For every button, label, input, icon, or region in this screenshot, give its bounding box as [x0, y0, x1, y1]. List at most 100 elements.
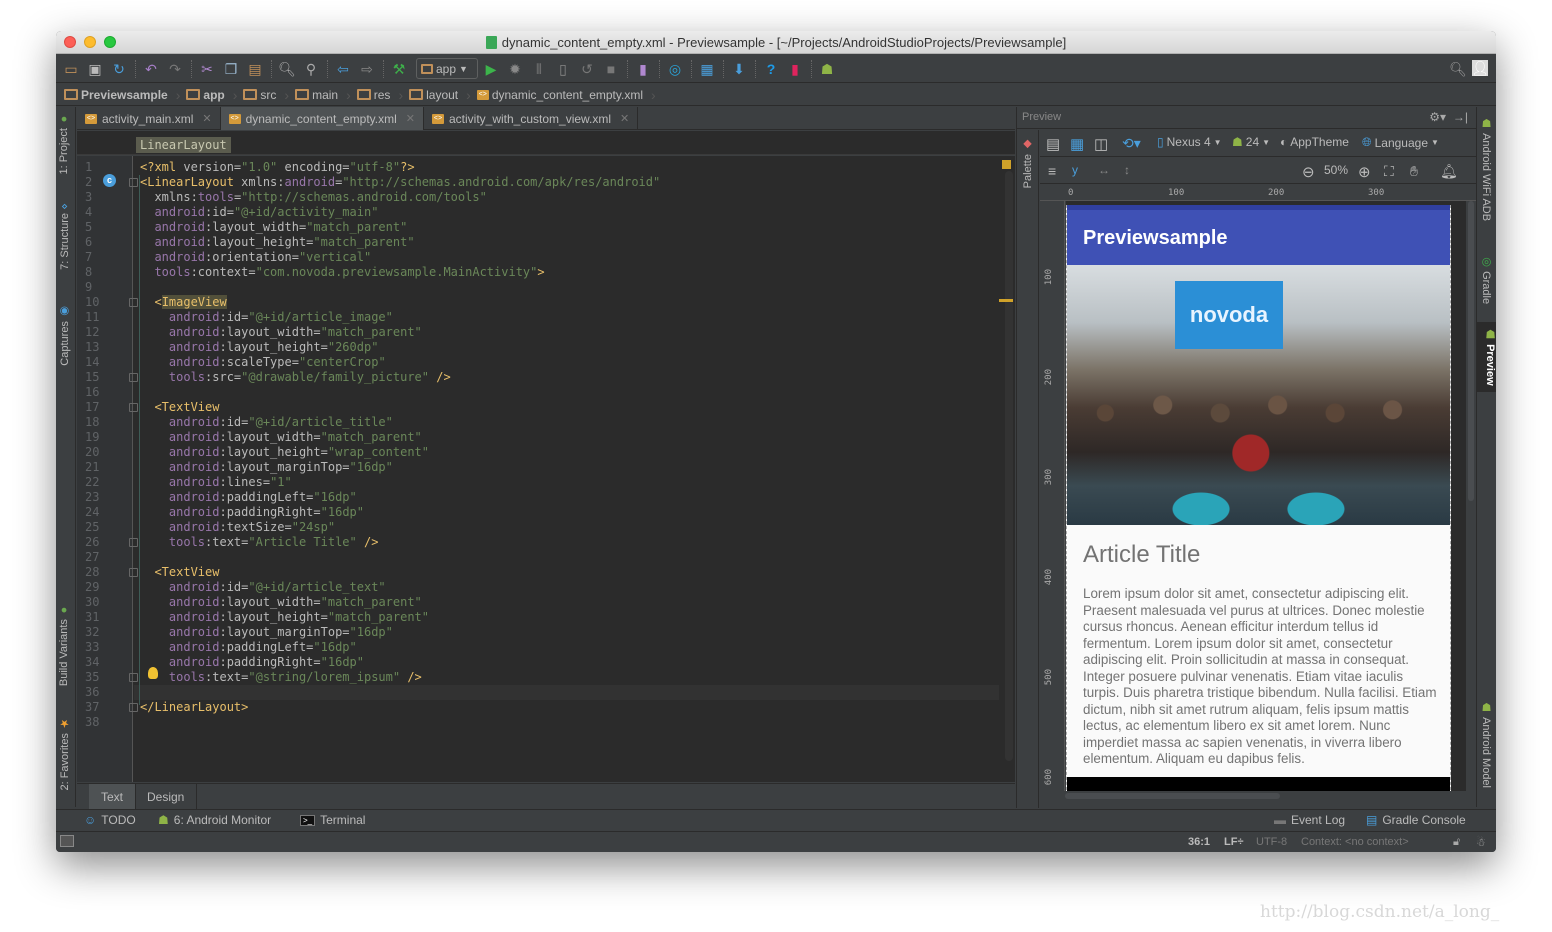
tool-tab-favorites[interactable]: 2: Favorites ★ — [58, 717, 71, 791]
hector-inspector-icon[interactable]: ☃ — [1476, 836, 1486, 849]
code-line[interactable]: tools:text="@string/lorem_ipsum" /> — [140, 670, 422, 685]
back-icon[interactable]: ⇦ — [334, 60, 352, 78]
stop-icon[interactable]: ■ — [602, 60, 620, 78]
code-line[interactable]: android:orientation="vertical" — [140, 250, 371, 265]
layers-icon[interactable]: ≡ — [1048, 163, 1056, 179]
class-icon[interactable]: c — [103, 174, 116, 187]
code-line[interactable]: android:id="@+id/article_text" — [140, 580, 386, 595]
article-image[interactable]: novoda — [1067, 265, 1450, 525]
code-line[interactable]: android:layout_width="match_parent" — [140, 595, 422, 610]
lock-icon[interactable]: 🔓︎ — [1453, 836, 1460, 849]
theme-select[interactable]: ◐ AppTheme — [1280, 135, 1349, 149]
orientation-icon[interactable]: ⟲▾ — [1122, 135, 1141, 152]
close-tab-icon[interactable]: ✕ — [202, 112, 211, 125]
both-views-icon[interactable]: ◫ — [1094, 135, 1108, 153]
todo-tool-button[interactable]: ☺ TODO — [84, 813, 136, 827]
warning-marker[interactable] — [1002, 160, 1011, 169]
avd-manager-icon[interactable]: ▮ — [634, 60, 652, 78]
expand-vertical-icon[interactable]: ↕ — [1124, 163, 1130, 177]
gradle-console-tool-button[interactable]: ▤ Gradle Console — [1366, 813, 1466, 827]
find-icon[interactable]: 🔍︎ — [278, 60, 296, 78]
code-line[interactable]: android:layout_marginTop="16dp" — [140, 460, 393, 475]
gradle-sync-icon[interactable]: ◎ — [666, 60, 684, 78]
code-line[interactable]: android:textSize="24sp" — [140, 520, 335, 535]
code-line[interactable]: android:scaleType="centerCrop" — [140, 355, 386, 370]
search-everywhere-icon[interactable]: 🔍︎ — [1449, 60, 1467, 78]
error-stripe-marker[interactable] — [999, 299, 1013, 302]
save-icon[interactable]: ▣ — [86, 60, 104, 78]
code-line[interactable]: android:id="@+id/activity_main" — [140, 205, 378, 220]
language-select[interactable]: 🌐︎ Language ▼ — [1362, 135, 1439, 150]
rerun-icon[interactable]: ↺ — [578, 60, 596, 78]
editor-tab-dynamic-content-empty[interactable]: <> dynamic_content_empty.xml ✕ — [220, 107, 424, 130]
tool-tab-project[interactable]: 1: Project ● — [58, 113, 70, 175]
code-line[interactable]: android:layout_height="match_parent" — [140, 610, 429, 625]
code-line[interactable]: tools:text="Article Title" /> — [140, 535, 379, 550]
tab-text[interactable]: Text — [89, 784, 137, 810]
code-line[interactable]: android:id="@+id/article_image" — [140, 310, 393, 325]
xml-tag-breadcrumb[interactable]: LinearLayout — [136, 137, 231, 153]
code-line[interactable]: android:id="@+id/article_title" — [140, 415, 393, 430]
run-icon[interactable]: ▶ — [482, 60, 500, 78]
event-log-tool-button[interactable]: ▬ Event Log — [1274, 813, 1345, 827]
context-indicator[interactable]: Context: <no context> — [1301, 836, 1409, 848]
tool-tab-android-model[interactable]: ☗ Android Model — [1480, 701, 1493, 788]
code-line[interactable]: android:layout_height="260dp" — [140, 340, 379, 355]
replace-icon[interactable]: ⚲ — [302, 60, 320, 78]
breadcrumb-file[interactable]: <> dynamic_content_empty.xml — [476, 88, 643, 102]
open-folder-icon[interactable]: ▭ — [62, 60, 80, 78]
code-line[interactable]: tools:src="@drawable/family_picture" /> — [140, 370, 451, 385]
code-line[interactable]: android:paddingLeft="16dp" — [140, 490, 357, 505]
tool-tab-android-wifi-adb[interactable]: ☗ Android WiFi ADB — [1480, 117, 1493, 221]
tool-tab-structure[interactable]: 7: Structure ⋄ — [58, 203, 71, 270]
copy-icon[interactable]: ❐ — [222, 60, 240, 78]
blueprint-view-icon[interactable]: ▦ — [1070, 135, 1084, 153]
breadcrumb-res[interactable]: res — [356, 88, 390, 102]
toggle-tool-windows-icon[interactable] — [60, 835, 74, 847]
palette-tab[interactable]: Palette ◆ — [1021, 138, 1034, 188]
project-structure-icon[interactable]: ▦ — [698, 60, 716, 78]
code-line[interactable]: android:paddingRight="16dp" — [140, 655, 364, 670]
close-tab-icon[interactable]: ✕ — [406, 112, 415, 125]
breadcrumb-main[interactable]: main — [295, 88, 338, 102]
tool-tab-captures[interactable]: Captures ◉ — [58, 305, 71, 366]
code-line[interactable]: android:lines="1" — [140, 475, 292, 490]
device-monitor-icon[interactable]: ▮ — [786, 60, 804, 78]
code-line[interactable]: android:layout_width="match_parent" — [140, 325, 422, 340]
code-line[interactable]: </LinearLayout> — [140, 700, 248, 715]
code-line[interactable]: android:layout_width="match_parent" — [140, 430, 422, 445]
pan-hand-icon[interactable]: ✋︎ — [1410, 163, 1418, 180]
preview-horizontal-scrollbar[interactable] — [1065, 793, 1280, 799]
user-avatar-icon[interactable]: 👤︎ — [1471, 60, 1489, 76]
tool-tab-build-variants[interactable]: Build Variants ● — [58, 604, 70, 686]
zoom-out-icon[interactable]: ⊖ — [1302, 163, 1315, 181]
profile-icon[interactable]: ⫴ — [530, 60, 548, 78]
redo-icon[interactable]: ↷ — [166, 60, 184, 78]
editor-tab-activity-main[interactable]: <> activity_main.xml ✕ — [77, 107, 221, 130]
android-wifi-icon[interactable]: ☗ — [818, 60, 836, 78]
sdk-manager-icon[interactable]: ⬇ — [730, 60, 748, 78]
code-line[interactable]: <?xml version="1.0" encoding="utf-8"?> — [140, 160, 415, 175]
breadcrumb-app[interactable]: app — [186, 88, 225, 102]
paste-icon[interactable]: ▤ — [246, 60, 264, 78]
help-icon[interactable]: ? — [762, 60, 780, 78]
api-level-select[interactable]: ☗ 24 ▼ — [1232, 135, 1270, 149]
code-line[interactable]: xmlns:tools="http://schemas.android.com/… — [140, 190, 486, 205]
undo-icon[interactable]: ↶ — [142, 60, 160, 78]
android-monitor-tool-button[interactable]: ☗ 6: Android Monitor — [158, 813, 271, 827]
code-line[interactable]: android:paddingLeft="16dp" — [140, 640, 357, 655]
code-line[interactable]: <TextView — [140, 400, 219, 415]
editor-tab-activity-with-custom-view[interactable]: <> activity_with_custom_view.xml ✕ — [424, 107, 639, 130]
zoom-in-icon[interactable]: ⊕ — [1358, 163, 1371, 181]
hide-panel-icon[interactable]: →| — [1453, 110, 1468, 124]
code-line[interactable]: android:layout_marginTop="16dp" — [140, 625, 393, 640]
constraints-icon[interactable]: y — [1072, 163, 1078, 177]
notification-bell-icon[interactable]: 🔔︎ — [1440, 163, 1458, 180]
code-line[interactable]: <LinearLayout xmlns:android="http://sche… — [140, 175, 660, 190]
editor-vertical-scrollbar[interactable] — [1005, 171, 1013, 761]
code-line[interactable]: android:layout_height="wrap_content" — [140, 445, 429, 460]
code-line[interactable]: <TextView — [140, 565, 219, 580]
device-select[interactable]: ▯ Nexus 4 ▼ — [1157, 135, 1222, 149]
file-encoding[interactable]: UTF-8 — [1256, 836, 1287, 848]
code-line[interactable]: android:paddingRight="16dp" — [140, 505, 364, 520]
